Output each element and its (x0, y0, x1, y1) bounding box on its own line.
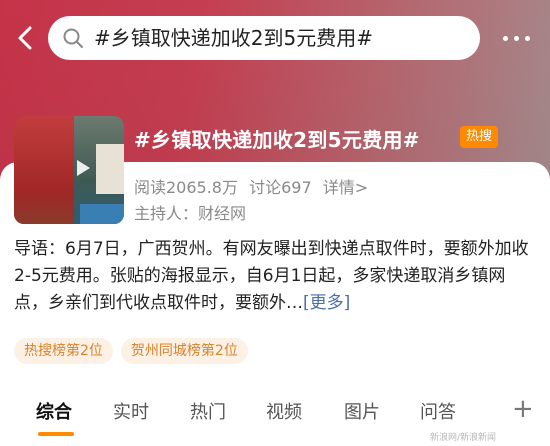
add-tab-button[interactable]: + (512, 396, 534, 422)
search-input[interactable]: #乡镇取快递加收2到5元费用# (48, 16, 480, 60)
chevron-left-icon (18, 26, 32, 50)
tab-comprehensive[interactable]: 综合 (36, 398, 72, 424)
more-dots-icon (503, 36, 508, 41)
active-tab-indicator (38, 432, 74, 436)
summary-text: 导语：6月7日，广西贺州。有网友曝出到快递点取件时，要额外加收2-5元费用。张贴… (14, 239, 529, 313)
tab-video[interactable]: 视频 (266, 398, 302, 424)
tab-hot[interactable]: 热门 (190, 398, 226, 424)
tab-qa[interactable]: 问答 (420, 398, 456, 424)
more-options-button[interactable] (500, 26, 534, 46)
thumbnail-blue-area (80, 204, 124, 224)
thumbnail-poster-area (14, 116, 74, 224)
watermark: 新浪网/新浪新闻 (430, 433, 497, 443)
details-link[interactable]: 详情> (323, 178, 368, 197)
discussion-count: 讨论697 (249, 178, 312, 197)
back-button[interactable] (10, 22, 42, 54)
ranking-tags: 热搜榜第2位 贺州同城榜第2位 (14, 338, 256, 364)
summary-more-link[interactable]: [更多] (303, 293, 350, 313)
tag-hot-search-rank[interactable]: 热搜榜第2位 (14, 338, 113, 364)
topic-thumbnail[interactable] (14, 116, 124, 224)
topic-stats: 阅读2065.8万 讨论697 详情> (134, 174, 374, 198)
more-dots-icon (514, 36, 519, 41)
search-query-text: #乡镇取快递加收2到5元费用# (94, 26, 373, 50)
search-icon (63, 28, 83, 48)
tab-images[interactable]: 图片 (344, 398, 380, 424)
read-count: 阅读2065.8万 (134, 178, 238, 197)
tab-realtime[interactable]: 实时 (113, 398, 149, 424)
thumbnail-paper (96, 144, 124, 194)
tag-local-rank[interactable]: 贺州同城榜第2位 (120, 338, 248, 364)
play-icon (77, 160, 90, 176)
topic-title: #乡镇取快递加收2到5元费用# (134, 128, 420, 152)
topic-host: 主持人：财经网 (134, 204, 247, 223)
more-dots-icon (525, 36, 530, 41)
tab-bar: 综合 实时 热门 视频 图片 问答 (0, 392, 550, 432)
topic-summary: 导语：6月7日，广西贺州。有网友曝出到快递点取件时，要额外加收2-5元费用。张贴… (14, 236, 538, 317)
hot-badge: 热搜 (460, 126, 498, 148)
